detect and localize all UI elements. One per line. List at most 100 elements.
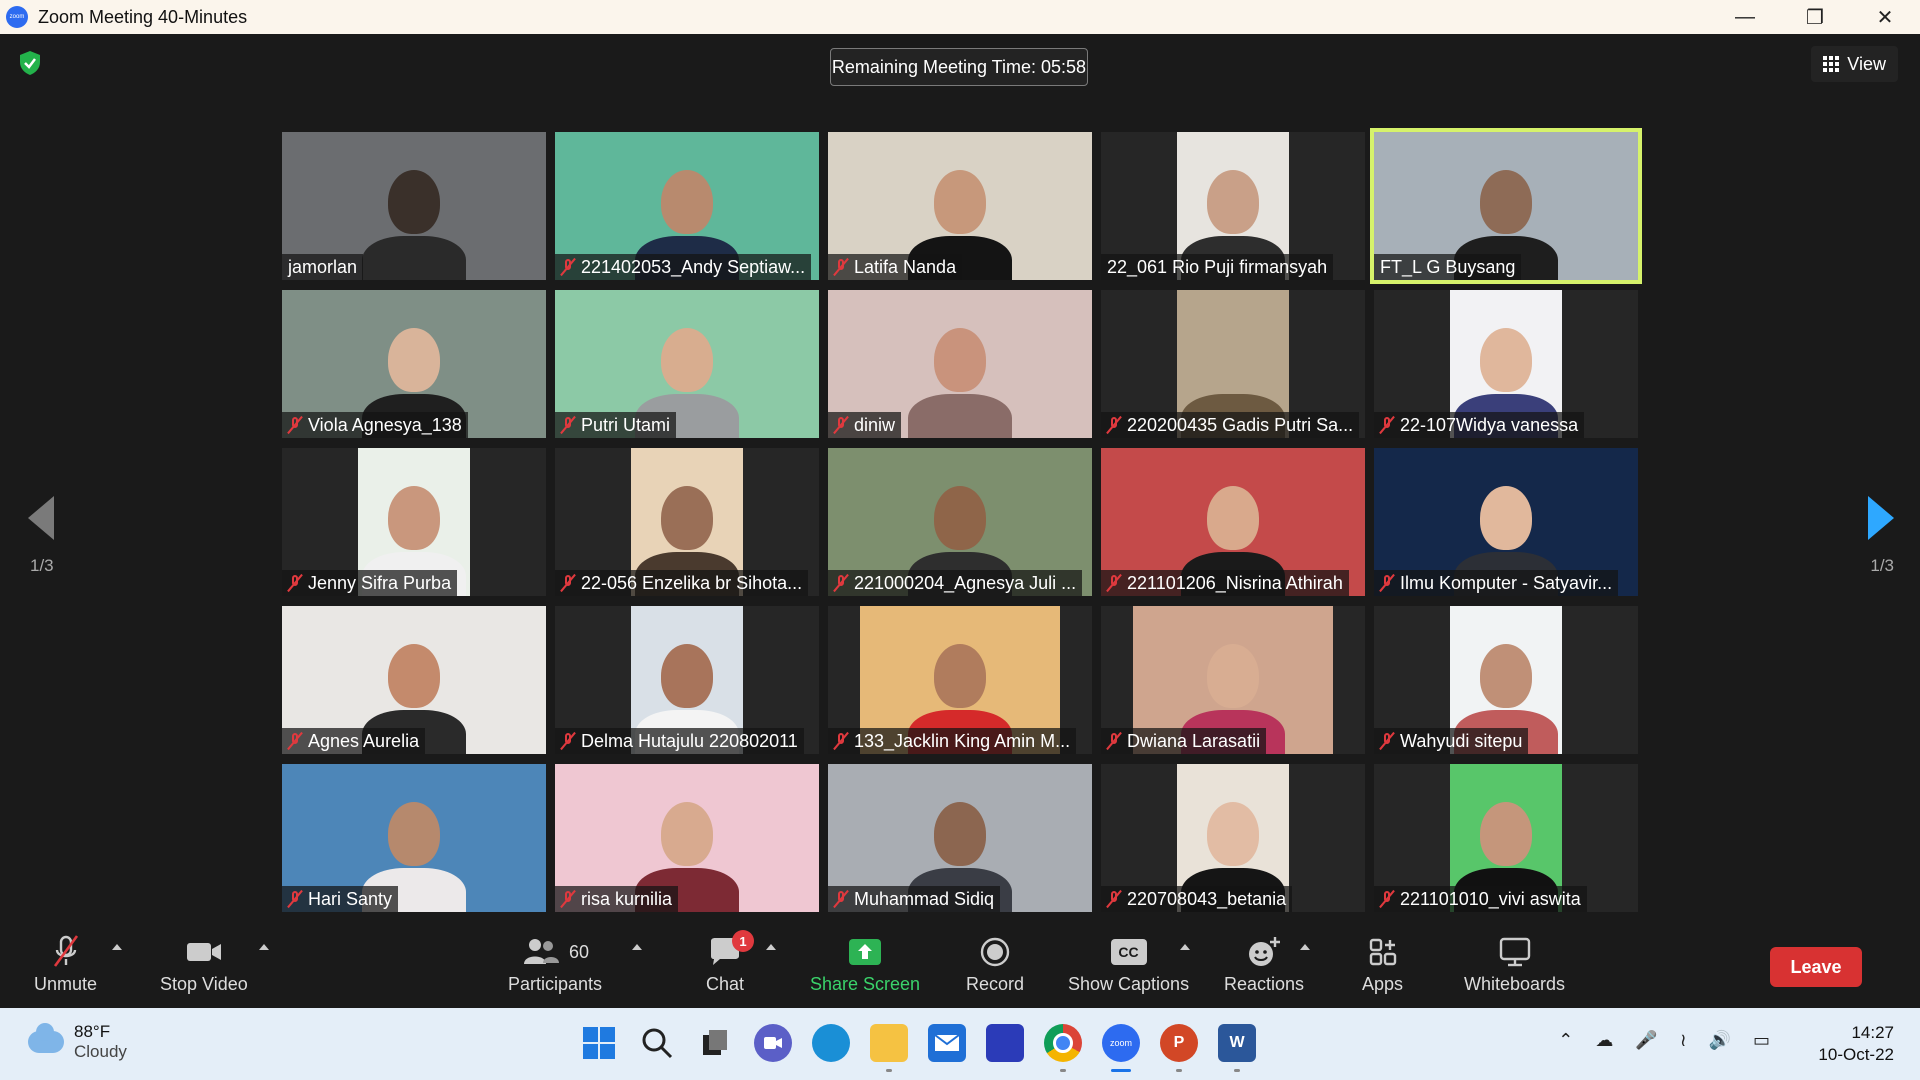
window-controls: — ❐ ✕	[1710, 0, 1920, 34]
share-screen-button[interactable]: Share Screen	[810, 934, 920, 995]
file-explorer-icon[interactable]	[870, 1024, 908, 1072]
captions-options-caret-icon[interactable]	[1180, 944, 1190, 950]
participant-video-tile[interactable]: risa kurnilia	[555, 764, 819, 912]
restore-button[interactable]: ❐	[1780, 0, 1850, 34]
muted-mic-icon	[834, 416, 848, 434]
muted-mic-icon	[288, 574, 302, 592]
participant-name-bar: 221101206_Nisrina Athirah	[1101, 570, 1349, 596]
participant-name-bar: Delma Hutajulu 220802011	[555, 728, 804, 754]
participant-video-tile[interactable]: 133_Jacklin King Amin M...	[828, 606, 1092, 754]
volume-icon[interactable]: 🔊	[1709, 1030, 1731, 1051]
stop-video-button[interactable]: Stop Video	[160, 934, 248, 995]
muted-mic-icon	[53, 935, 78, 967]
meeting-toolbar: Unmute Stop Video 60 Participants 1 Chat…	[0, 926, 1920, 1008]
participant-video-tile[interactable]: 220200435 Gadis Putri Sa...	[1101, 290, 1365, 438]
participant-video-tile[interactable]: 22-107Widya vanessa	[1374, 290, 1638, 438]
participant-name: Muhammad Sidiq	[854, 888, 995, 909]
participant-video-tile[interactable]: 22-056 Enzelika br Sihota...	[555, 448, 819, 596]
participant-name: 22-056 Enzelika br Sihota...	[581, 572, 803, 593]
next-page-arrow-icon[interactable]	[1868, 496, 1894, 540]
clock[interactable]: 14:27 10-Oct-22	[1818, 1022, 1894, 1066]
show-hidden-icons-chevron-icon[interactable]: ⌃	[1558, 1030, 1573, 1051]
participant-video-tile[interactable]: Latifa Nanda	[828, 132, 1092, 280]
leave-button[interactable]: Leave	[1770, 947, 1862, 987]
close-button[interactable]: ✕	[1850, 0, 1920, 34]
participant-name-bar: Hari Santy	[282, 886, 399, 912]
minimize-button[interactable]: —	[1710, 0, 1780, 34]
muted-mic-icon	[1380, 732, 1394, 750]
muted-mic-icon	[1380, 574, 1394, 592]
mail-icon[interactable]	[928, 1024, 966, 1062]
previous-page-arrow-icon[interactable]	[28, 496, 54, 540]
weather-widget[interactable]: 88°F Cloudy	[28, 1022, 127, 1062]
teams-chat-icon[interactable]	[754, 1024, 792, 1062]
word-icon[interactable]: W	[1218, 1024, 1256, 1072]
reactions-smiley-icon	[1249, 937, 1281, 966]
record-label: Record	[966, 974, 1025, 994]
chat-button[interactable]: 1 Chat	[706, 930, 755, 995]
participant-name: 133_Jacklin King Amin M...	[854, 730, 1071, 751]
unmute-button[interactable]: Unmute	[34, 934, 97, 995]
video-options-caret-icon[interactable]	[259, 944, 269, 950]
participant-video-tile[interactable]: 220708043_betania	[1101, 764, 1365, 912]
show-captions-button[interactable]: CC Show Captions	[1068, 934, 1189, 995]
chrome-icon[interactable]	[1044, 1024, 1082, 1072]
participant-video-tile[interactable]: Wahyudi sitepu	[1374, 606, 1638, 754]
wifi-icon[interactable]: ≀	[1680, 1030, 1687, 1051]
participants-icon	[524, 939, 559, 964]
participant-video-tile[interactable]: jamorlan	[282, 132, 546, 280]
muted-mic-icon	[561, 416, 575, 434]
participant-name: Putri Utami	[581, 414, 671, 435]
apps-label: Apps	[1362, 974, 1404, 994]
audio-options-caret-icon[interactable]	[112, 944, 122, 950]
security-shield-icon[interactable]	[18, 50, 42, 76]
apps-button[interactable]: Apps	[1362, 934, 1403, 995]
search-icon[interactable]	[638, 1024, 676, 1062]
participant-name-bar: 22-056 Enzelika br Sihota...	[555, 570, 809, 596]
participant-video-tile[interactable]: 221000204_Agnesya Juli ...	[828, 448, 1092, 596]
chat-label: Chat	[706, 974, 745, 994]
participant-video-tile[interactable]: Agnes Aurelia	[282, 606, 546, 754]
participant-name-bar: Muhammad Sidiq	[828, 886, 1001, 912]
reactions-button[interactable]: Reactions	[1224, 934, 1304, 995]
reactions-options-caret-icon[interactable]	[1300, 944, 1310, 950]
participant-video-tile[interactable]: Viola Agnesya_138	[282, 290, 546, 438]
participant-video-tile[interactable]: diniw	[828, 290, 1092, 438]
grid-view-icon	[1823, 56, 1840, 72]
participant-video-tile[interactable]: Muhammad Sidiq	[828, 764, 1092, 912]
participant-video-tile[interactable]: Jenny Sifra Purba	[282, 448, 546, 596]
participant-video-tile[interactable]: 221101206_Nisrina Athirah	[1101, 448, 1365, 596]
apps-icon	[1369, 938, 1396, 966]
participant-video-tile[interactable]: Hari Santy	[282, 764, 546, 912]
participant-video-tile[interactable]: 221101010_vivi aswita	[1374, 764, 1638, 912]
participant-video-tile[interactable]: Ilmu Komputer - Satyavir...	[1374, 448, 1638, 596]
edge-browser-icon[interactable]	[812, 1024, 850, 1062]
microphone-icon[interactable]: 🎤	[1635, 1030, 1657, 1051]
participant-video-tile[interactable]: 221402053_Andy Septiaw...	[555, 132, 819, 280]
participant-name: 221101010_vivi aswita	[1400, 888, 1581, 909]
whiteboards-button[interactable]: Whiteboards	[1464, 934, 1565, 995]
participant-video-tile[interactable]: Putri Utami	[555, 290, 819, 438]
windows-start-icon[interactable]	[580, 1024, 618, 1062]
participant-video-tile[interactable]: 22_061 Rio Puji firmansyah	[1101, 132, 1365, 280]
task-view-icon[interactable]	[696, 1024, 734, 1062]
muted-mic-icon	[834, 890, 848, 908]
participant-video-tile[interactable]: Dwiana Larasatii	[1101, 606, 1365, 754]
record-button[interactable]: Record	[966, 934, 1024, 995]
participants-options-caret-icon[interactable]	[632, 944, 642, 950]
powerpoint-icon[interactable]: P	[1160, 1024, 1198, 1072]
view-button[interactable]: View	[1811, 46, 1898, 82]
battery-icon[interactable]: ▭	[1753, 1030, 1770, 1051]
muted-mic-icon	[1107, 890, 1121, 908]
participant-name: FT_L G Buysang	[1380, 256, 1516, 277]
onedrive-cloud-icon[interactable]: ☁	[1595, 1030, 1613, 1051]
pen-app-icon[interactable]	[986, 1024, 1024, 1062]
participants-button[interactable]: 60 Participants	[508, 934, 602, 995]
participant-name: Jenny Sifra Purba	[308, 572, 452, 593]
clock-date: 10-Oct-22	[1818, 1045, 1894, 1064]
participant-name: jamorlan	[288, 256, 358, 277]
participant-video-tile[interactable]: FT_L G Buysang	[1370, 128, 1642, 284]
zoom-taskbar-icon[interactable]: zoom	[1102, 1024, 1140, 1072]
chat-options-caret-icon[interactable]	[766, 944, 776, 950]
participant-video-tile[interactable]: Delma Hutajulu 220802011	[555, 606, 819, 754]
